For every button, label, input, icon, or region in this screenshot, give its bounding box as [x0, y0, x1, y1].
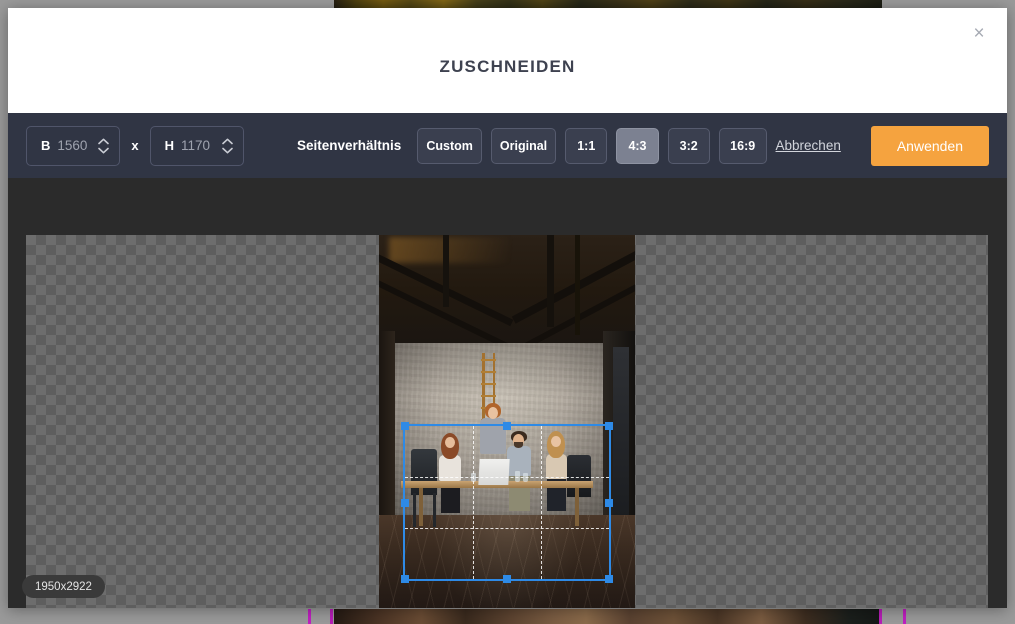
ratio-button-custom[interactable]: Custom — [417, 127, 482, 164]
crop-toolbar: B 1560 x H 1170 Seitenverhältnis Custom … — [8, 113, 1007, 178]
crop-gridline-horizontal — [405, 476, 609, 478]
ratio-button-16-9[interactable]: 16:9 — [718, 127, 767, 164]
image-beam — [547, 235, 554, 327]
image-left-wall — [379, 331, 395, 529]
crop-grid-overlay — [405, 426, 609, 579]
crop-gridline-vertical — [472, 426, 474, 579]
crop-gridline-horizontal — [405, 527, 609, 529]
crop-handle-bottom-right[interactable] — [605, 575, 613, 583]
image-size-badge: 1950x2922 — [22, 575, 105, 598]
crop-selection[interactable] — [401, 422, 613, 583]
modal-header: ZUSCHNEIDEN × — [8, 8, 1007, 113]
height-label: H — [164, 138, 175, 153]
background-marker — [308, 609, 311, 624]
ratio-button-1-1[interactable]: 1:1 — [565, 127, 608, 164]
width-input[interactable]: B 1560 — [26, 125, 121, 166]
crop-gridline-vertical — [540, 426, 542, 579]
background-bottom-image — [334, 609, 882, 624]
background-marker — [879, 609, 882, 624]
image-doorway — [613, 347, 629, 517]
crop-handle-bottom-center[interactable] — [503, 575, 511, 583]
crop-modal: ZUSCHNEIDEN × B 1560 x H 1170 Seitenverh… — [8, 8, 1007, 608]
crop-handle-bottom-left[interactable] — [401, 575, 409, 583]
dimension-separator: x — [131, 138, 139, 153]
chevron-down-icon — [98, 147, 110, 153]
crop-handle-top-left[interactable] — [401, 422, 409, 430]
width-value: 1560 — [57, 138, 88, 153]
ratio-button-4-3[interactable]: 4:3 — [616, 127, 659, 164]
crop-handle-middle-left[interactable] — [401, 498, 409, 507]
background-marker — [903, 609, 906, 624]
background-marker — [330, 609, 333, 624]
ratio-button-3-2[interactable]: 3:2 — [667, 127, 710, 164]
width-label: B — [41, 138, 51, 153]
image-beam — [443, 235, 449, 307]
page-title: ZUSCHNEIDEN — [439, 56, 576, 76]
chevron-up-icon — [222, 138, 233, 144]
image-rafter-glow — [389, 237, 509, 263]
crop-handle-top-right[interactable] — [605, 422, 613, 430]
close-icon[interactable]: × — [968, 22, 990, 44]
height-input[interactable]: H 1170 — [149, 125, 245, 166]
crop-canvas[interactable]: 1950x2922 — [8, 178, 1007, 608]
chevron-up-icon — [98, 138, 110, 144]
crop-handle-top-center[interactable] — [503, 422, 511, 430]
height-stepper[interactable] — [222, 138, 233, 154]
cancel-button[interactable]: Abbrechen — [776, 138, 841, 153]
ratio-button-original[interactable]: Original — [490, 127, 557, 164]
apply-button[interactable]: Anwenden — [870, 125, 990, 166]
width-stepper[interactable] — [98, 138, 110, 154]
height-value: 1170 — [181, 138, 211, 153]
chevron-down-icon — [222, 147, 233, 153]
crop-handle-middle-right[interactable] — [605, 498, 613, 507]
image-beam — [575, 235, 580, 335]
aspect-ratio-label: Seitenverhältnis — [297, 138, 402, 153]
